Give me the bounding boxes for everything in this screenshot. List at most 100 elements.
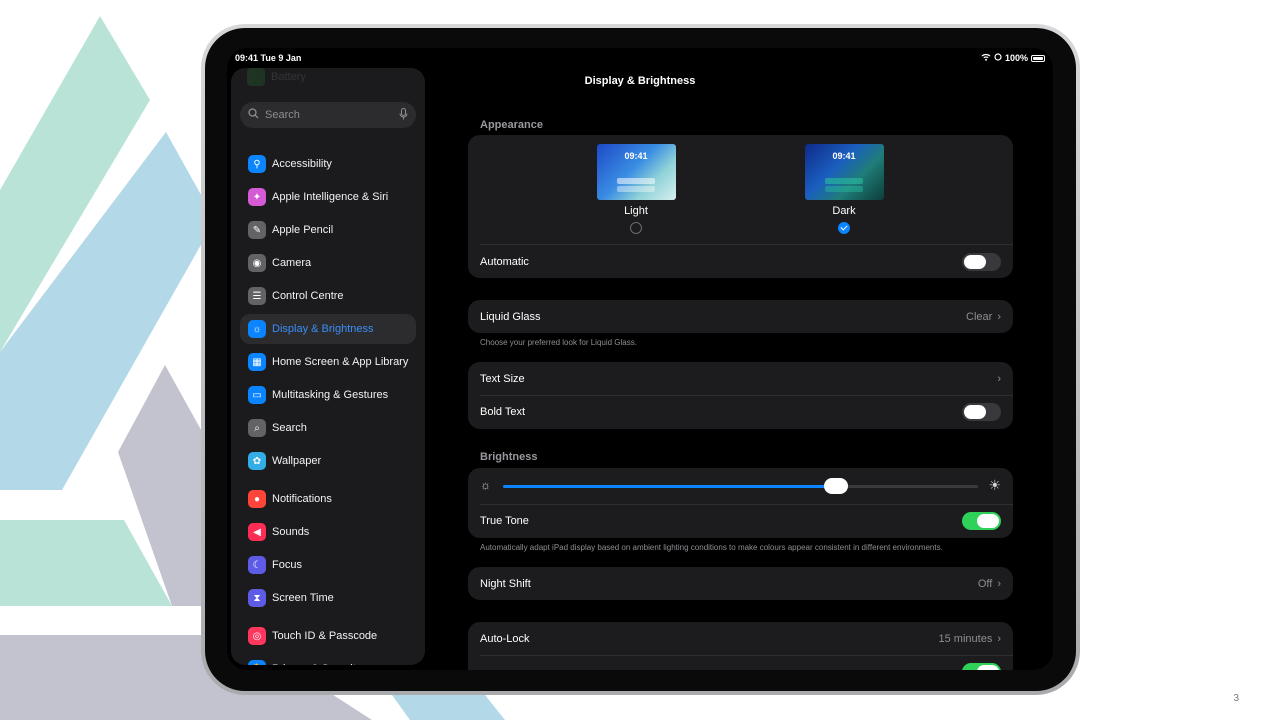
sidebar-item-label: Apple Intelligence & Siri [272, 191, 389, 203]
auto-lock-value: 15 minutes [938, 633, 993, 645]
night-shift-value: Off [977, 578, 993, 590]
sidebar-item-label: Apple Pencil [272, 224, 334, 236]
sidebar-item-focus[interactable]: ☾ Focus [240, 550, 416, 580]
light-preview-thumbnail: 09:41 [596, 144, 676, 200]
sidebar-item-home-screen-app-library[interactable]: ▦ Home Screen & App Library [240, 347, 416, 377]
brightness-high-icon: ☀ [988, 477, 1001, 493]
true-tone-toggle[interactable] [962, 512, 1001, 530]
dark-label: Dark [832, 205, 856, 217]
appearance-option-dark[interactable]: 09:41 Dark [804, 144, 884, 234]
brightness-group: ☼ ☀ True Tone [468, 468, 1013, 538]
page-title: Display & Brightness [584, 75, 696, 87]
sidebar-item-search[interactable]: ⌕ Search [240, 413, 416, 443]
focus-icon: ☾ [248, 556, 266, 574]
appearance-group: 09:41 Light 09:41 Dark Automatic [468, 135, 1013, 278]
auto-lock-row[interactable]: Auto-Lock 15 minutes › [480, 629, 1001, 649]
sidebar-item-apple-intelligence-siri[interactable]: ✦ Apple Intelligence & Siri [240, 182, 416, 212]
sidebar-item-touch-id-passcode[interactable]: ◎ Touch ID & Passcode [240, 621, 416, 651]
night-shift-label: Night Shift [480, 578, 531, 590]
sidebar-item-label: Control Centre [272, 290, 344, 302]
sidebar-item-display-brightness[interactable]: ☼ Display & Brightness [240, 314, 416, 344]
battery-icon [1031, 54, 1045, 62]
sidebar-item-label: Privacy & Security [272, 663, 361, 665]
brightness-header: Brightness [480, 451, 538, 463]
sidebar-item-notifications[interactable]: ● Notifications [240, 484, 416, 514]
slide: 09:41 Tue 9 Jan 100% Battery Search ⚲ Ac… [0, 0, 1280, 720]
accessibility-icon: ⚲ [248, 155, 266, 173]
automatic-row: Automatic [480, 252, 1001, 272]
chevron-right-icon: › [997, 373, 1001, 385]
wifi-icon [981, 53, 991, 63]
wallpaper-icon: ✿ [248, 452, 266, 470]
true-tone-footnote: Automatically adapt iPad display based o… [480, 543, 943, 552]
settings-sidebar[interactable]: Battery Search ⚲ Accessibility ✦ Apple Inte… [231, 68, 425, 665]
hand-icon: ✋ [248, 660, 266, 665]
automatic-label: Automatic [480, 256, 529, 268]
sidebar-item-label: Touch ID & Passcode [272, 630, 378, 642]
ipad-screen: 09:41 Tue 9 Jan 100% Battery Search ⚲ Ac… [227, 48, 1053, 670]
sidebar-item-label: Notifications [272, 493, 332, 505]
brightness-slider-knob[interactable] [823, 478, 848, 494]
night-shift-row[interactable]: Night Shift Off › [480, 574, 1001, 594]
liquid-glass-row[interactable]: Liquid Glass Clear › [480, 307, 1001, 327]
status-time-date: 09:41 Tue 9 Jan [235, 53, 302, 63]
lock-unlock-row [480, 662, 1001, 670]
sidebar-item-sounds[interactable]: ◀ Sounds [240, 517, 416, 547]
sidebar-item-label: Sounds [272, 526, 310, 538]
notifications-icon: ● [248, 490, 266, 508]
rotation-lock-icon [994, 53, 1002, 63]
sidebar-item-control-centre[interactable]: ☰ Control Centre [240, 281, 416, 311]
dark-radio-selected[interactable] [838, 222, 850, 234]
chevron-right-icon: › [997, 578, 1001, 590]
sidebar-item-apple-pencil[interactable]: ✎ Apple Pencil [240, 215, 416, 245]
search-icon [248, 108, 259, 122]
liquid-glass-value: Clear [966, 311, 993, 323]
sidebar-item-accessibility[interactable]: ⚲ Accessibility [240, 149, 416, 179]
siri-icon: ✦ [248, 188, 266, 206]
multitasking-icon: ▭ [248, 386, 266, 404]
sidebar-item-label: Camera [272, 257, 312, 269]
bold-text-row: Bold Text [480, 402, 1001, 422]
light-radio[interactable] [630, 222, 642, 234]
sidebar-item-screen-time[interactable]: ⧗ Screen Time [240, 583, 416, 613]
sidebar-search-field[interactable]: Search [240, 102, 416, 128]
chevron-right-icon: › [997, 633, 1001, 645]
bold-text-toggle[interactable] [962, 403, 1001, 421]
sidebar-item-privacy-security[interactable]: ✋ Privacy & Security [240, 654, 416, 665]
light-label: Light [624, 205, 648, 217]
pencil-icon: ✎ [248, 221, 266, 239]
sidebar-item-label: Search [272, 422, 307, 434]
sidebar-item-label: Wallpaper [272, 455, 322, 467]
search-icon: ⌕ [248, 419, 266, 437]
text-group: Text Size › Bold Text [468, 362, 1013, 429]
sidebar-item-wallpaper[interactable]: ✿ Wallpaper [240, 446, 416, 476]
night-shift-group[interactable]: Night Shift Off › [468, 567, 1013, 600]
sidebar-item-camera[interactable]: ◉ Camera [240, 248, 416, 278]
bold-text-label: Bold Text [480, 406, 526, 418]
automatic-toggle[interactable] [962, 253, 1001, 271]
brightness-low-icon: ☼ [480, 478, 491, 492]
sidebar-item-multitasking-gestures[interactable]: ▭ Multitasking & Gestures [240, 380, 416, 410]
true-tone-row: True Tone [480, 511, 1001, 531]
home-screen-icon: ▦ [248, 353, 266, 371]
dark-preview-thumbnail: 09:41 [804, 144, 884, 200]
chevron-right-icon: › [997, 311, 1001, 323]
text-size-row[interactable]: Text Size › [480, 369, 1001, 389]
appearance-option-light[interactable]: 09:41 Light [596, 144, 676, 234]
true-tone-label: True Tone [480, 515, 529, 527]
hourglass-icon: ⧗ [248, 589, 266, 607]
liquid-glass-group[interactable]: Liquid Glass Clear › [468, 300, 1013, 333]
sounds-icon: ◀ [248, 523, 266, 541]
liquid-glass-label: Liquid Glass [480, 311, 541, 323]
lock-unlock-toggle[interactable] [962, 663, 1001, 670]
text-size-label: Text Size [480, 373, 525, 385]
brightness-icon: ☼ [248, 320, 266, 338]
fingerprint-icon: ◎ [248, 627, 266, 645]
slide-number: 3 [1233, 693, 1239, 704]
microphone-icon[interactable] [399, 107, 408, 123]
status-bar: 09:41 Tue 9 Jan 100% [227, 48, 1053, 68]
brightness-slider[interactable] [503, 478, 978, 494]
control-centre-icon: ☰ [248, 287, 266, 305]
auto-lock-label: Auto-Lock [480, 633, 530, 645]
sidebar-item-label: Screen Time [272, 592, 334, 604]
